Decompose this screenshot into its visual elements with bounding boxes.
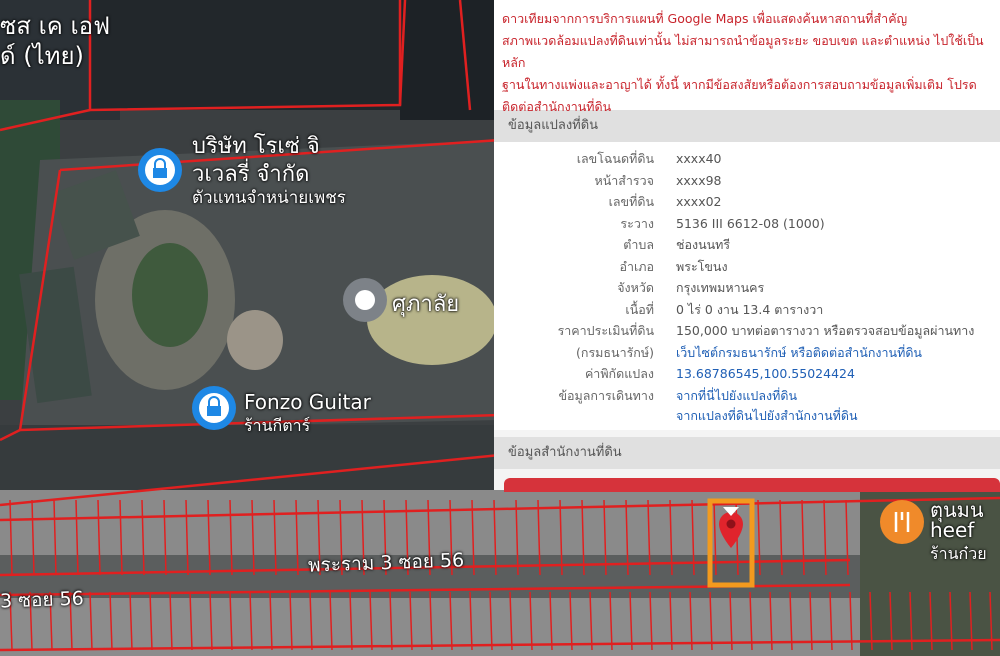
tower-top xyxy=(227,310,283,370)
treasury-website-link[interactable]: เว็บไซต์กรมธนารักษ์ หรือติดต่อสำนักงานที… xyxy=(676,342,922,364)
detail-value: 0 ไร่ 0 งาน 13.4 ตารางวา xyxy=(676,301,824,317)
notice-line: ฐานในทางแพ่งและอาญาได้ ทั้งนี้ หากมีข้อส… xyxy=(502,77,977,92)
detail-row: ตำบล ช่องนนทรี xyxy=(494,234,1000,256)
section-header-office[interactable]: ข้อมูลสำนักงานที่ดิน xyxy=(494,437,1000,469)
garden-ellipse xyxy=(132,243,208,347)
land-details-table: เลขโฉนดที่ดิน xxxx40 หน้าสำรวจ xxxx98 เลขท… xyxy=(494,142,1000,430)
detail-value: 150,000 บาทต่อตารางวา หรือตรวจสอบข้อมูลผ… xyxy=(676,323,975,338)
section-header-land: ข้อมูลแปลงที่ดิน xyxy=(494,110,1000,142)
notice-line: สภาพแวดล้อมแปลงที่ดินเท่านั้น ไม่สามารถน… xyxy=(502,33,984,70)
detail-value: xxxx40 xyxy=(676,151,722,166)
detail-row: อำเภอ พระโขนง xyxy=(494,256,1000,278)
road-label-left: 3 ซอย 56 xyxy=(0,587,85,613)
detail-row: เลขที่ดิน xxxx02 xyxy=(494,191,1000,213)
detail-key: ตำบล xyxy=(623,237,654,252)
poi-guitar-sub: ร้านกีตาร์ xyxy=(244,416,311,435)
detail-value: พระโขนง xyxy=(676,258,728,274)
detail-key: ระวาง xyxy=(620,215,654,231)
panel-action-bar[interactable] xyxy=(504,478,1000,492)
poi-temple-name: ศุภาลัย xyxy=(392,292,460,317)
detail-row: (กรมธนารักษ์) เว็บไซต์กรมธนารักษ์ หรือติด… xyxy=(494,342,1000,364)
poi-restaurant-sub: ร้านก๋วย xyxy=(930,544,987,563)
route-to-parcel-link[interactable]: จากที่นี่ไปยังแปลงที่ดิน xyxy=(676,385,797,407)
poi-company-sub: ตัวแทนจำหน่ายเพชร xyxy=(192,188,346,208)
detail-row: จังหวัด กรุงเทพมหานคร xyxy=(494,277,1000,299)
restaurant-pin-icon[interactable] xyxy=(880,500,924,544)
detail-row: ราคาประเมินที่ดิน 150,000 บาทต่อตารางวา ห… xyxy=(494,320,1000,342)
detail-value: 5136 III 6612-08 (1000) xyxy=(676,215,825,231)
notice-line: ดาวเทียมจากการบริการแผนที่ Google Maps เ… xyxy=(502,11,908,26)
route-to-office-link[interactable]: จากแปลงที่ดินไปยังสำนักงานที่ดิน xyxy=(494,406,1000,426)
detail-key: เลขที่ดิน xyxy=(608,194,654,209)
building-block-top xyxy=(90,0,420,110)
detail-row: ระวาง 5136 III 6612-08 (1000) xyxy=(494,213,1000,235)
detail-row: ค่าพิกัดแปลง 13.68786545,100.55024424 xyxy=(494,363,1000,385)
detail-row: เลขโฉนดที่ดิน xxxx40 xyxy=(494,148,1000,170)
land-info-panel: ดาวเทียมจากการบริการแผนที่ Google Maps เ… xyxy=(494,0,1000,490)
detail-key: อำเภอ xyxy=(619,258,654,274)
lock-pin-icon[interactable] xyxy=(138,148,182,192)
detail-key: ค่าพิกัดแปลง xyxy=(584,366,654,381)
top-left-label-2: ด์ (ไทย) xyxy=(0,42,84,70)
detail-value: xxxx02 xyxy=(676,194,722,209)
detail-row: หน้าสำรวจ xxxx98 xyxy=(494,170,1000,192)
poi-guitar-name: Fonzo Guitar xyxy=(244,390,371,414)
detail-row: ข้อมูลการเดินทาง จากที่นี่ไปยังแปลงที่ดิน xyxy=(494,385,1000,407)
detail-key: จังหวัด xyxy=(617,280,654,295)
building-top-dark xyxy=(400,0,495,120)
detail-value: ช่องนนทรี xyxy=(676,237,731,252)
disclaimer-notice: ดาวเทียมจากการบริการแผนที่ Google Maps เ… xyxy=(494,0,1000,114)
detail-key: (กรมธนารักษ์) xyxy=(576,344,654,360)
road-label-main: พระราม 3 ซอย 56 xyxy=(307,549,465,577)
detail-value: xxxx98 xyxy=(676,172,722,188)
guitar-pin-icon[interactable] xyxy=(192,386,236,430)
detail-value: กรุงเทพมหานคร xyxy=(676,280,765,295)
detail-row: เนื้อที่ 0 ไร่ 0 งาน 13.4 ตารางวา xyxy=(494,299,1000,321)
detail-key: เลขโฉนดที่ดิน xyxy=(576,151,654,166)
poi-restaurant-line2: heef xyxy=(930,518,975,542)
detail-key: เนื้อที่ xyxy=(625,301,654,317)
detail-key: ราคาประเมินที่ดิน xyxy=(557,323,654,338)
detail-key: ข้อมูลการเดินทาง xyxy=(558,387,654,403)
temple-pin-icon[interactable] xyxy=(343,278,387,322)
coordinates-link[interactable]: 13.68786545,100.55024424 xyxy=(676,363,855,385)
detail-key: หน้าสำรวจ xyxy=(594,172,654,188)
